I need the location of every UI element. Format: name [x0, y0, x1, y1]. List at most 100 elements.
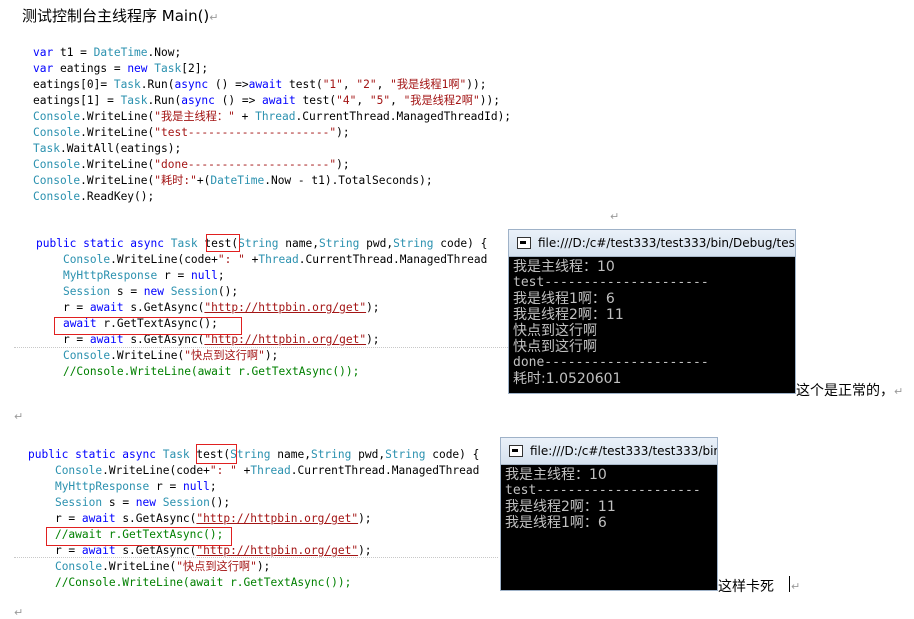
code-token: eatings[0]=	[33, 78, 114, 91]
code-token: "http://httpbin.org/get"	[196, 512, 359, 525]
code-token: var	[33, 46, 60, 59]
code-token: Task	[162, 448, 197, 461]
note-normal: 这个是正常的，↵	[796, 380, 903, 400]
code-token: Session	[162, 496, 210, 509]
code-token: null	[182, 480, 210, 493]
console-window-normal: file:///D:/c#/test333/test333/bin/Debug/…	[508, 229, 796, 394]
code-token: new	[143, 285, 171, 298]
console-app-icon	[517, 237, 531, 249]
code-token: await	[89, 301, 131, 314]
code-line: Console.ReadKey();	[33, 189, 511, 205]
code-token: eatings =	[59, 62, 128, 75]
console-line: 快点到这行啊	[513, 323, 597, 339]
code-token: public static async	[28, 448, 163, 461]
code-token: Session	[62, 285, 117, 298]
text-cursor	[789, 576, 790, 592]
console-line: 我是主线程：10	[513, 259, 615, 275]
code-token: Console	[33, 126, 81, 139]
code-token: "1"	[322, 78, 343, 91]
code-token: s.GetAsync(	[130, 301, 205, 314]
code-token: .ReadKey();	[80, 190, 155, 203]
code-token: +(	[196, 174, 211, 187]
code-line: Console.WriteLine("快点到这行啊");	[36, 348, 508, 364]
console-line: 快点到这行啊	[513, 339, 597, 355]
test-method-code-block-normal: public static async Task test(String nam…	[36, 236, 508, 380]
code-token: () =>	[214, 78, 249, 91]
document-heading: 测试控制台主线程序 Main()↵	[22, 6, 219, 28]
code-token: .WriteLine(	[80, 126, 155, 139]
console-output: 我是主线程：10 test--------------------- 我是线程1啊：…	[509, 257, 795, 389]
code-line: Task.WaitAll(eatings);	[33, 141, 511, 157]
code-token: .WriteLine(code+	[102, 464, 210, 477]
code-token: .CurrentThread.ManagedThread	[290, 464, 480, 477]
code-token: .WriteLine(	[80, 174, 155, 187]
code-token: r =	[28, 512, 82, 525]
code-token: ": "	[209, 464, 237, 477]
code-token: s.GetAsync(	[122, 512, 197, 525]
code-token: String	[393, 237, 441, 250]
code-token: //Console.WriteLine(await r.GetTextAsync…	[62, 365, 360, 378]
code-line: r = await s.GetAsync("http://httpbin.org…	[28, 511, 498, 527]
code-token: );	[358, 512, 372, 525]
code-token: Session	[54, 496, 109, 509]
code-token: "4"	[336, 94, 357, 107]
code-token: ,	[376, 78, 391, 91]
code-token: ,	[356, 94, 370, 107]
code-token: "test---------------------"	[154, 126, 337, 139]
code-token: test(	[302, 94, 337, 107]
code-token: ();	[209, 496, 231, 509]
note-deadlock: 这样卡死	[718, 576, 774, 596]
code-token: r =	[164, 269, 191, 282]
console-line: test---------------------	[513, 275, 709, 290]
code-line: Console.WriteLine("耗时:"+(DateTime.Now - …	[33, 173, 511, 189]
code-token: public static async	[36, 237, 171, 250]
code-token: "我是主线程："	[154, 110, 235, 123]
heading-text: 测试控制台主线程序 Main()	[22, 7, 210, 25]
code-token: .WriteLine(	[102, 560, 177, 573]
console-line: done---------------------	[513, 355, 709, 370]
code-token: Console	[33, 190, 81, 203]
code-token: t1 =	[59, 46, 94, 59]
code-token: ();	[217, 285, 239, 298]
code-token: Console	[54, 560, 103, 573]
code-token: null	[190, 269, 218, 282]
code-token: .Now - t1).TotalSeconds);	[264, 174, 433, 187]
code-line: eatings[0]= Task.Run(async () =>await te…	[33, 77, 511, 93]
code-token: Session	[170, 285, 218, 298]
paragraph-mark: ↵	[894, 385, 904, 398]
paragraph-mark: ↵	[791, 580, 801, 593]
code-token: MyHttpResponse	[62, 269, 164, 282]
highlight-box-method-name	[196, 444, 237, 464]
code-token: MyHttpResponse	[54, 480, 156, 493]
code-line: public static async Task test(String nam…	[36, 236, 508, 252]
code-token: code) {	[440, 237, 488, 250]
console-title: file:///D:/c#/test333/test333/bin/	[530, 444, 717, 458]
main-code-block: var t1 = DateTime.Now; var eatings = new …	[33, 45, 511, 205]
console-title: file:///D:/c#/test333/test333/bin/Debug/…	[538, 236, 795, 250]
code-token: Thread	[258, 253, 299, 266]
note-deadlock-text: 这样卡死	[718, 579, 774, 595]
code-token: name,	[277, 448, 311, 461]
code-token: //Console.WriteLine(await r.GetTextAsync…	[54, 576, 352, 589]
code-token: await	[262, 94, 303, 107]
code-token: ,	[342, 78, 357, 91]
code-token: code) {	[432, 448, 480, 461]
code-token: String	[385, 448, 433, 461]
paragraph-mark: ↵	[610, 210, 620, 223]
code-line: Console.WriteLine("快点到这行啊");	[28, 559, 498, 575]
code-token: "done---------------------"	[154, 158, 337, 171]
code-token: Console	[33, 158, 81, 171]
code-token: ,	[390, 94, 404, 107]
code-token: s =	[108, 496, 136, 509]
code-token: "5"	[369, 94, 391, 107]
console-line: test---------------------	[505, 483, 701, 498]
test-method-code-block-deadlock: public static async Task test(String nam…	[28, 447, 498, 591]
code-token: DateTime	[93, 46, 148, 59]
